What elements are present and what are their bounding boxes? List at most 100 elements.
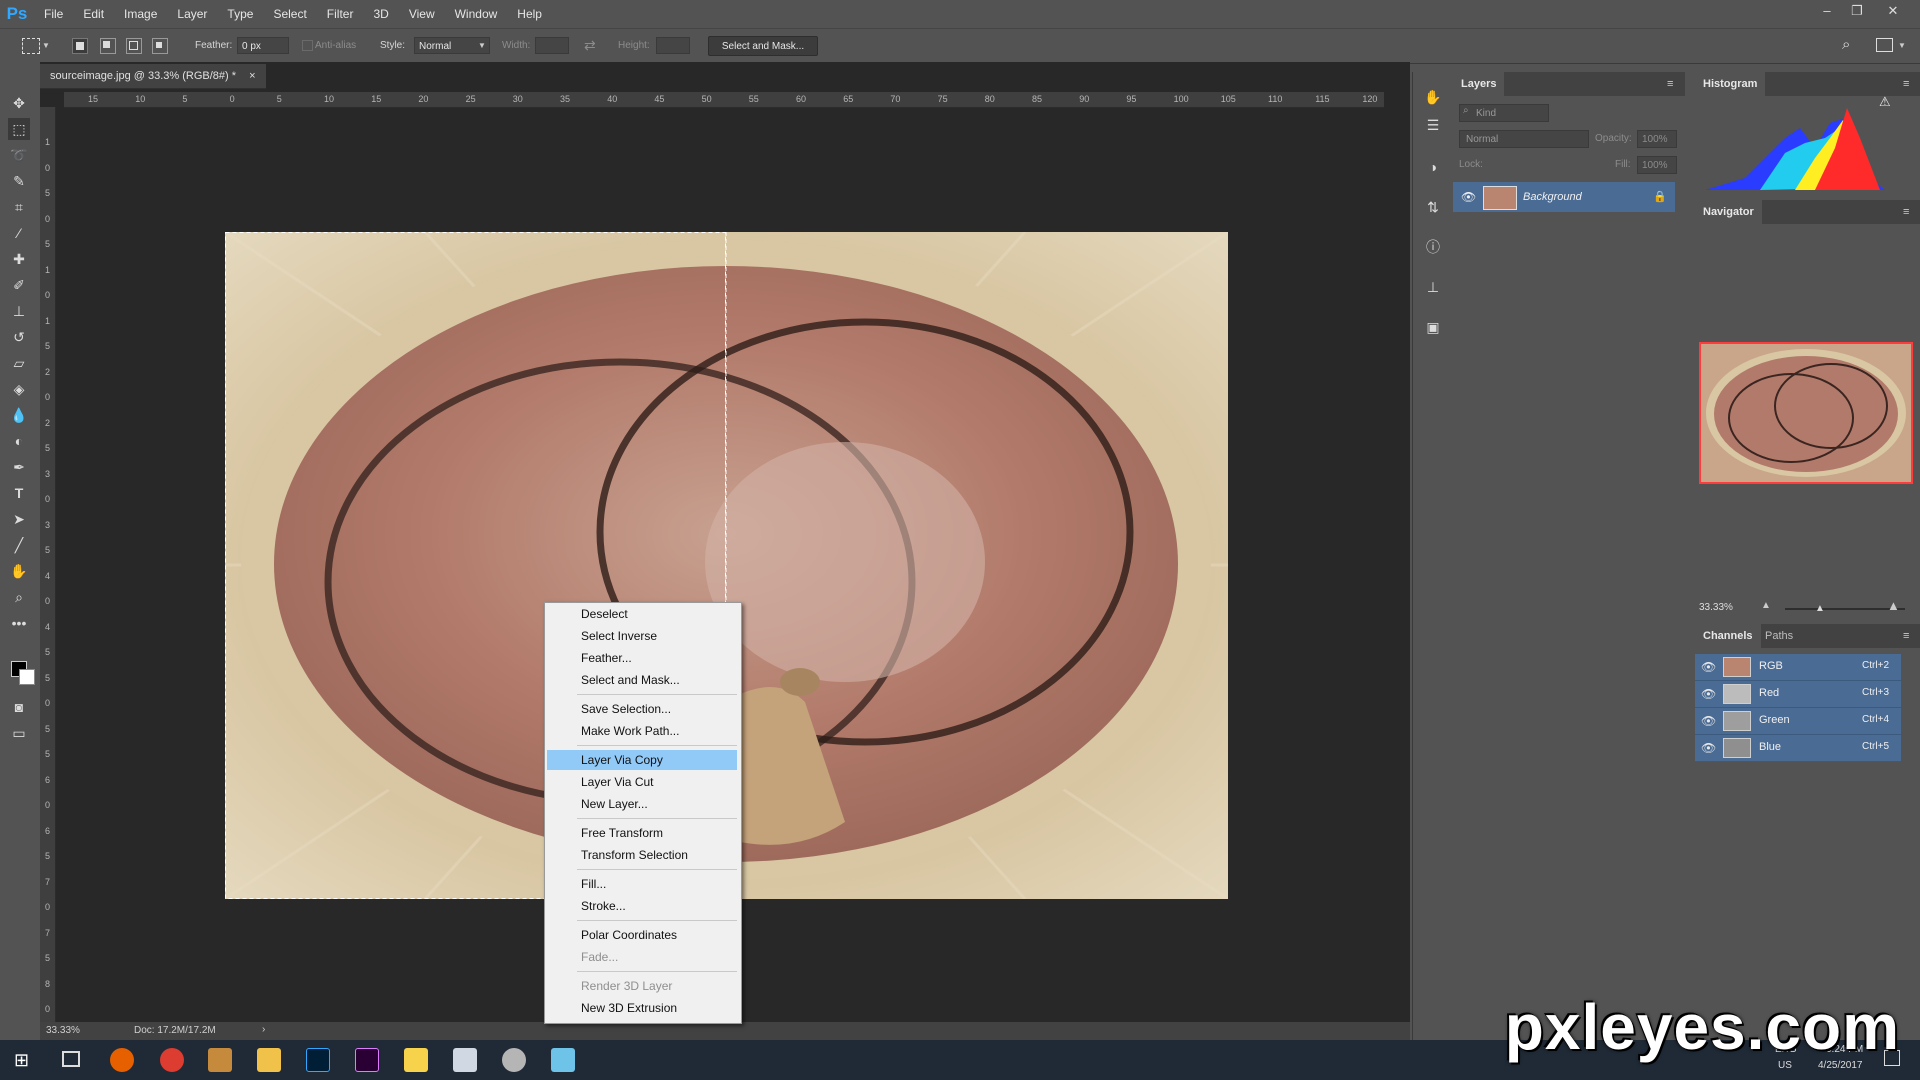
menu-item-save-selection[interactable]: Save Selection... [547,699,737,719]
menu-item-fill[interactable]: Fill... [547,874,737,894]
photoshop-taskbar-icon[interactable] [306,1048,330,1072]
close-icon[interactable]: ✕ [1878,0,1908,22]
restore-icon[interactable]: ❐ [1842,0,1872,22]
menu-item-select-and-mask[interactable]: Select and Mask... [547,670,737,690]
properties-panel-icon[interactable]: ☰ [1422,114,1444,136]
new-selection-icon[interactable] [72,38,88,54]
close-tab-icon[interactable]: × [249,70,255,82]
history-brush-icon[interactable]: ↺ [8,326,30,348]
network-app-icon[interactable] [502,1048,526,1072]
zoom-in-icon[interactable]: ▲ [1887,598,1900,613]
lasso-tool-icon[interactable]: ➰ [8,144,30,166]
file-explorer-icon[interactable] [257,1048,281,1072]
fill-input[interactable]: 100% [1637,156,1677,174]
menu-item-layer-via-copy[interactable]: Layer Via Copy [547,750,737,770]
tool-presets-icon[interactable]: ▣ [1422,316,1444,338]
menu-item-transform-selection[interactable]: Transform Selection [547,845,737,865]
cloud-app-icon[interactable] [453,1048,477,1072]
workspace-icon[interactable] [1876,38,1893,52]
more-tools-icon[interactable]: ••• [8,612,30,634]
paint-bucket-icon[interactable]: ◈ [8,378,30,400]
eraser-tool-icon[interactable]: ▱ [8,352,30,374]
chevron-down-icon[interactable]: ▼ [42,41,50,50]
chrome-icon[interactable] [160,1048,184,1072]
firefox-icon[interactable] [110,1048,134,1072]
intersect-selection-icon[interactable] [152,38,168,54]
eye-icon[interactable]: 👁 [1701,741,1716,755]
panel-menu-icon[interactable]: ≡ [1667,78,1673,90]
premiere-icon[interactable] [355,1048,379,1072]
task-view-icon[interactable] [62,1051,80,1067]
layer-row-background[interactable]: 👁 Background 🔒 [1453,182,1675,212]
quick-select-tool-icon[interactable]: ✎ [8,170,30,192]
channel-row-rgb[interactable]: 👁 RGB Ctrl+2 [1695,654,1901,681]
zoom-slider-handle[interactable]: ▲ [1815,603,1825,614]
select-and-mask-button[interactable]: Select and Mask... [708,36,818,56]
document-tab[interactable]: sourceimage.jpg @ 33.3% (RGB/8#) * × [40,64,266,89]
sticky-notes-icon[interactable] [404,1048,428,1072]
menu-item-free-transform[interactable]: Free Transform [547,823,737,843]
eye-icon[interactable]: 👁 [1701,687,1716,701]
history-panel-icon[interactable]: ✋ [1422,86,1444,108]
width-input[interactable] [535,37,569,54]
menu-item-feather[interactable]: Feather... [547,648,737,668]
panel-menu-icon[interactable]: ≡ [1903,630,1909,642]
menu-item-deselect[interactable]: Deselect [547,604,737,624]
tab-paths[interactable]: Paths [1757,624,1801,648]
chevron-down-icon[interactable]: ▼ [1898,41,1906,50]
status-menu-arrow[interactable]: › [262,1024,265,1035]
crop-tool-icon[interactable]: ⌗ [8,196,30,218]
tab-navigator[interactable]: Navigator [1695,200,1762,224]
screen-mode-icon[interactable]: ▭ [8,722,30,744]
menu-item-polar-coordinates[interactable]: Polar Coordinates [547,925,737,945]
menu-item-select-inverse[interactable]: Select Inverse [547,626,737,646]
quick-mask-icon[interactable]: ◙ [8,696,30,718]
brush-settings-icon[interactable]: ⇅ [1422,196,1444,218]
menu-window[interactable]: Window [445,0,508,28]
eyedropper-tool-icon[interactable]: ⁄ [8,222,30,244]
opacity-input[interactable]: 100% [1637,130,1677,148]
healing-brush-icon[interactable]: ✚ [8,248,30,270]
menu-file[interactable]: File [34,0,73,28]
blend-mode-select[interactable]: Normal [1459,130,1589,148]
brush-tool-icon[interactable]: ✐ [8,274,30,296]
tab-channels[interactable]: Channels [1695,624,1761,648]
channel-row-green[interactable]: 👁 Green Ctrl+4 [1695,708,1901,735]
menu-item-stroke[interactable]: Stroke... [547,896,737,916]
menu-item-new-3d-extrusion[interactable]: New 3D Extrusion [547,998,737,1018]
zoom-tool-icon[interactable]: ⌕ [8,586,30,608]
menu-type[interactable]: Type [217,0,263,28]
menu-image[interactable]: Image [114,0,167,28]
dodge-tool-icon[interactable]: ◐ [8,430,30,452]
navigator-zoom[interactable]: 33.33% [1699,602,1733,613]
menu-filter[interactable]: Filter [317,0,364,28]
app-icon[interactable] [551,1048,575,1072]
search-icon[interactable]: ⌕ [1842,36,1850,53]
channel-row-blue[interactable]: 👁 Blue Ctrl+5 [1695,735,1901,762]
background-color-swatch[interactable] [19,669,35,685]
menu-select[interactable]: Select [263,0,316,28]
feather-input[interactable]: 0 px [237,37,289,54]
clone-stamp-icon[interactable]: ⊥ [8,300,30,322]
clone-source-icon[interactable]: ⊥ [1422,276,1444,298]
windows-start-icon[interactable]: ⊞ [14,1050,29,1071]
menu-3d[interactable]: 3D [363,0,398,28]
move-tool-icon[interactable]: ✥ [8,92,30,114]
zoom-out-icon[interactable]: ▲ [1761,600,1771,611]
menu-layer[interactable]: Layer [167,0,217,28]
menu-item-layer-via-cut[interactable]: Layer Via Cut [547,772,737,792]
info-panel-icon[interactable]: ⓘ [1422,236,1444,258]
navigator-preview[interactable] [1699,342,1913,484]
menu-view[interactable]: View [399,0,445,28]
media-player-icon[interactable] [208,1048,232,1072]
kind-filter[interactable]: Kind [1459,104,1549,122]
zoom-level[interactable]: 33.33% [46,1025,80,1036]
line-tool-icon[interactable]: ╱ [8,534,30,556]
blur-tool-icon[interactable]: 💧 [8,404,30,426]
subtract-selection-icon[interactable] [126,38,142,54]
path-select-icon[interactable]: ➤ [8,508,30,530]
eye-icon[interactable]: 👁 [1701,714,1716,728]
menu-item-new-layer[interactable]: New Layer... [547,794,737,814]
eye-icon[interactable]: 👁 [1701,660,1716,674]
adjustments-panel-icon[interactable]: ◑ [1422,156,1444,178]
